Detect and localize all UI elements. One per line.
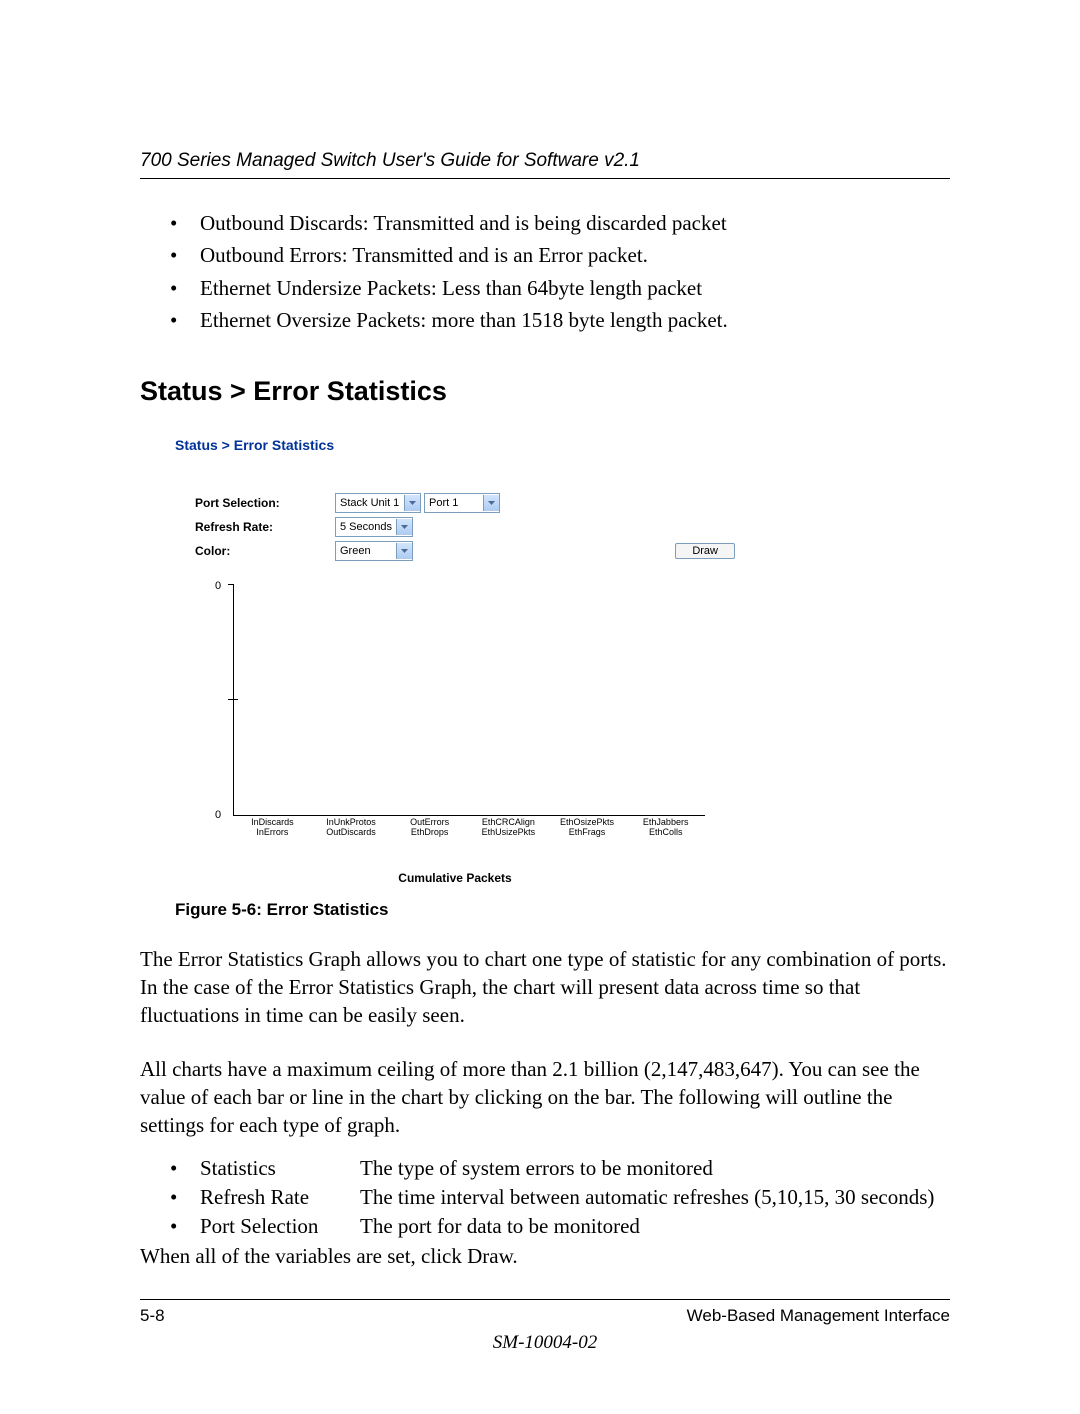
breadcrumb: Status > Error Statistics <box>175 437 735 453</box>
x-label: EthFrags <box>548 827 627 837</box>
x-label: InDiscards <box>233 817 312 827</box>
color-label: Color: <box>195 544 335 558</box>
def-term: Statistics <box>200 1154 360 1183</box>
running-header: 700 Series Managed Switch User's Guide f… <box>140 150 950 172</box>
x-label: EthJabbers <box>626 817 705 827</box>
page-number: 5-8 <box>140 1306 165 1326</box>
draw-button[interactable]: Draw <box>675 543 735 559</box>
list-item: Ethernet Undersize Packets: Less than 64… <box>170 274 950 303</box>
body-paragraph: The Error Statistics Graph allows you to… <box>140 945 950 1030</box>
chevron-down-icon <box>396 543 412 559</box>
x-label: EthColls <box>626 827 705 837</box>
def-term: Port Selection <box>200 1212 360 1241</box>
header-rule <box>140 178 950 179</box>
port-value: Port 1 <box>429 497 458 509</box>
port-selection-label: Port Selection: <box>195 496 335 510</box>
footer-section: Web-Based Management Interface <box>687 1306 950 1326</box>
x-label: EthOsizePkts <box>548 817 627 827</box>
x-label: OutErrors <box>390 817 469 827</box>
figure-screenshot: Status > Error Statistics Port Selection… <box>175 437 735 920</box>
color-select[interactable]: Green <box>335 541 413 561</box>
chart-caption: Cumulative Packets <box>175 871 735 885</box>
chevron-down-icon <box>483 495 499 511</box>
x-label: InUnkProtos <box>312 817 391 827</box>
y-tick-bottom: 0 <box>215 809 221 821</box>
y-axis <box>233 584 234 816</box>
port-select[interactable]: Port 1 <box>424 493 500 513</box>
y-tick-mark <box>228 699 238 700</box>
page-footer: 5-8 Web-Based Management Interface SM-10… <box>140 1299 950 1354</box>
figure-caption: Figure 5-6: Error Statistics <box>175 900 735 920</box>
list-item: Refresh RateThe time interval between au… <box>170 1183 950 1212</box>
def-desc: The type of system errors to be monitore… <box>360 1156 713 1180</box>
x-axis-labels: InDiscards InUnkProtos OutErrors EthCRCA… <box>233 817 705 841</box>
def-desc: The port for data to be monitored <box>360 1214 640 1238</box>
document-id: SM-10004-02 <box>140 1332 950 1354</box>
y-tick-mark <box>228 584 233 585</box>
x-axis <box>233 815 705 816</box>
x-label: EthUsizePkts <box>469 827 548 837</box>
def-desc: The time interval between automatic refr… <box>360 1185 934 1209</box>
refresh-rate-select[interactable]: 5 Seconds <box>335 517 413 537</box>
section-heading: Status > Error Statistics <box>140 376 950 407</box>
y-tick-top: 0 <box>215 580 221 592</box>
list-item: Port SelectionThe port for data to be mo… <box>170 1212 950 1241</box>
def-term: Refresh Rate <box>200 1183 360 1212</box>
list-item: StatisticsThe type of system errors to b… <box>170 1154 950 1183</box>
x-label: EthDrops <box>390 827 469 837</box>
stack-unit-value: Stack Unit 1 <box>340 497 399 509</box>
closing-sentence: When all of the variables are set, click… <box>140 1244 950 1269</box>
x-label: InErrors <box>233 827 312 837</box>
color-value: Green <box>340 545 371 557</box>
x-label: OutDiscards <box>312 827 391 837</box>
error-statistics-chart: 0 0 InDiscards InUnkProtos OutErrors Eth… <box>215 581 705 841</box>
top-bullet-list: Outbound Discards: Transmitted and is be… <box>170 209 950 336</box>
list-item: Ethernet Oversize Packets: more than 151… <box>170 306 950 335</box>
x-label: EthCRCAlign <box>469 817 548 827</box>
refresh-rate-label: Refresh Rate: <box>195 520 335 534</box>
body-paragraph: All charts have a maximum ceiling of mor… <box>140 1055 950 1140</box>
stack-unit-select[interactable]: Stack Unit 1 <box>335 493 421 513</box>
list-item: Outbound Discards: Transmitted and is be… <box>170 209 950 238</box>
definition-list: StatisticsThe type of system errors to b… <box>170 1154 950 1242</box>
list-item: Outbound Errors: Transmitted and is an E… <box>170 241 950 270</box>
refresh-rate-value: 5 Seconds <box>340 521 392 533</box>
chevron-down-icon <box>396 519 412 535</box>
chevron-down-icon <box>404 495 420 511</box>
